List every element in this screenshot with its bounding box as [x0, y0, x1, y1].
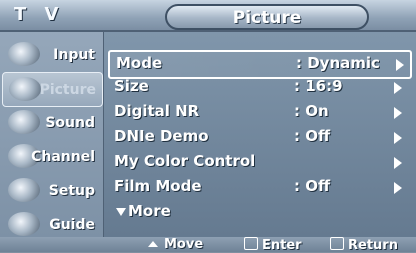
- sidebar-item-label: Channel: [31, 149, 95, 165]
- menu-row-dnie-demo[interactable]: DNIe Demo : Off: [108, 125, 408, 150]
- sidebar-item-label: Sound: [45, 115, 95, 131]
- move-arrows-icon: [148, 241, 158, 247]
- chevron-right-icon: [394, 182, 402, 194]
- chevron-right-icon: [396, 59, 404, 71]
- menu-row-name: DNIe Demo: [114, 127, 209, 145]
- sidebar-item-label: Setup: [48, 183, 95, 199]
- setup-gear-icon: [8, 178, 40, 202]
- menu-row-more[interactable]: More: [108, 200, 408, 225]
- menu-row-value: : Off: [294, 127, 331, 145]
- sidebar-item-setup[interactable]: Setup: [2, 174, 101, 207]
- sidebar: Input Picture Sound Channel Setup Guide: [0, 32, 105, 237]
- hint-enter-label: Enter: [262, 238, 302, 253]
- menu-row-name: More: [128, 202, 171, 220]
- guide-icon: [8, 212, 40, 236]
- input-plug-icon: [8, 42, 40, 66]
- picture-icon: [9, 77, 41, 101]
- hint-move: Move: [148, 237, 203, 252]
- bottom-help-bar: Move Enter Return: [0, 237, 416, 253]
- hint-move-label: Move: [164, 237, 204, 252]
- chevron-right-icon: [394, 107, 402, 119]
- chevron-right-icon: [394, 157, 402, 169]
- sidebar-item-picture[interactable]: Picture: [2, 72, 103, 107]
- menu-row-size[interactable]: Size : 16:9: [108, 75, 408, 100]
- enter-icon: [244, 237, 258, 250]
- sidebar-item-label: Input: [53, 47, 95, 63]
- sidebar-item-sound[interactable]: Sound: [2, 106, 101, 139]
- menu-row-value: : Off: [294, 177, 331, 195]
- menu-row-film-mode[interactable]: Film Mode : Off: [108, 175, 408, 200]
- hint-return: Return: [330, 237, 398, 253]
- sidebar-item-input[interactable]: Input: [2, 38, 101, 71]
- sidebar-item-label: Picture: [39, 82, 96, 98]
- menu-row-name: Mode: [116, 54, 163, 72]
- menu-row-name: Size: [114, 77, 149, 95]
- chevron-right-icon: [394, 132, 402, 144]
- menu-row-name: Film Mode: [114, 177, 202, 195]
- picture-menu: Mode : Dynamic Size : 16:9 Digital NR : …: [104, 32, 416, 237]
- hint-return-label: Return: [348, 238, 398, 253]
- menu-row-value: : Dynamic: [296, 54, 380, 72]
- chevron-right-icon: [394, 82, 402, 94]
- menu-row-value: : 16:9: [294, 77, 343, 95]
- return-icon: [330, 237, 344, 250]
- menu-row-name: Digital NR: [114, 102, 200, 120]
- title-pill: Picture: [165, 4, 369, 30]
- menu-row-my-color-control[interactable]: My Color Control: [108, 150, 408, 175]
- menu-row-name: My Color Control: [114, 152, 256, 170]
- triangle-down-icon: [116, 208, 126, 216]
- menu-row-digital-nr[interactable]: Digital NR : On: [108, 100, 408, 125]
- hint-enter: Enter: [244, 237, 302, 253]
- sidebar-item-label: Guide: [49, 217, 95, 233]
- page-title: Picture: [232, 8, 302, 28]
- tv-osd: T V Picture Input Picture Sound Channel …: [0, 0, 416, 253]
- menu-row-value: : On: [294, 102, 329, 120]
- tv-label: T V: [14, 4, 65, 25]
- title-bar: T V Picture: [0, 0, 416, 32]
- sidebar-item-channel[interactable]: Channel: [2, 140, 101, 173]
- sound-speaker-icon: [8, 110, 40, 134]
